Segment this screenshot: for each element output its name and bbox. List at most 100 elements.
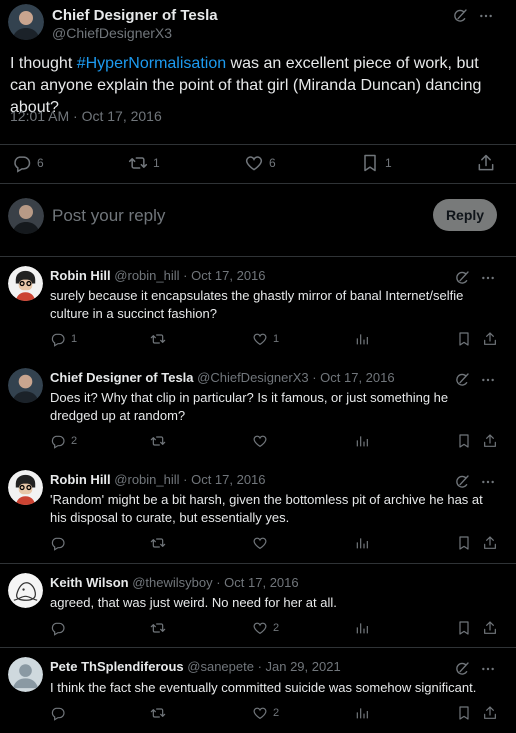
reply-item[interactable]: Keith Wilson @thewilsyboy · Oct 17, 2016…	[0, 565, 516, 647]
bookmark-button[interactable]	[456, 705, 472, 721]
grok-icon[interactable]	[454, 270, 470, 286]
more-icon[interactable]	[478, 8, 494, 24]
reply-text: agreed, that was just weird. No need for…	[50, 595, 337, 610]
reply-author-name[interactable]: Chief Designer of Tesla	[50, 370, 194, 385]
author-handle[interactable]: @ChiefDesignerX3	[52, 25, 172, 41]
reply-author-name[interactable]: Robin Hill	[50, 472, 111, 487]
views-button[interactable]	[354, 331, 370, 347]
reply-button[interactable]	[50, 705, 66, 721]
reply-item[interactable]: Pete ThSplendiferous @sanepete · Jan 29,…	[0, 649, 516, 733]
bookmark-icon	[456, 433, 472, 449]
views-icon	[354, 331, 370, 347]
retweet-icon	[150, 620, 166, 636]
avatar[interactable]	[8, 657, 43, 692]
retweet-button[interactable]	[150, 433, 166, 449]
reply-icon	[50, 433, 66, 449]
retweet-button[interactable]: 1	[128, 153, 160, 173]
views-icon	[354, 620, 370, 636]
views-button[interactable]	[354, 705, 370, 721]
reply-item[interactable]: Robin Hill @robin_hill · Oct 17, 2016 su…	[0, 258, 516, 356]
grok-icon[interactable]	[454, 661, 470, 677]
reply-author-name[interactable]: Keith Wilson	[50, 575, 129, 590]
share-icon	[482, 705, 498, 721]
share-icon	[482, 331, 498, 347]
reply-button[interactable]	[50, 620, 66, 636]
bookmark-icon	[456, 331, 472, 347]
views-button[interactable]	[354, 433, 370, 449]
share-icon	[482, 535, 498, 551]
reply-text: 'Random' might be a bit harsh, given the…	[50, 492, 483, 525]
reply-author-name[interactable]: Pete ThSplendiferous	[50, 659, 184, 674]
views-button[interactable]	[354, 620, 370, 636]
tweet-actions: 6 1 6 1	[0, 145, 516, 183]
views-button[interactable]	[354, 535, 370, 551]
like-button[interactable]: 2	[252, 620, 279, 636]
divider	[0, 647, 516, 648]
reply-composer: Post your reply Reply	[0, 184, 516, 256]
avatar[interactable]	[8, 470, 43, 505]
retweet-icon	[150, 535, 166, 551]
reply-button[interactable]: 1	[50, 331, 77, 347]
reply-author-name[interactable]: Robin Hill	[50, 268, 111, 283]
bookmark-button[interactable]	[456, 535, 472, 551]
like-button[interactable]: 6	[244, 153, 276, 173]
bookmark-button[interactable]	[456, 620, 472, 636]
avatar[interactable]	[8, 266, 43, 301]
tweet-timestamp[interactable]: 12:01 AM · Oct 17, 2016	[10, 108, 162, 124]
like-icon	[252, 705, 268, 721]
reply-author-handle[interactable]: @sanepete · Jan 29, 2021	[187, 659, 340, 674]
reply-input[interactable]: Post your reply	[52, 206, 165, 226]
views-icon	[354, 705, 370, 721]
grok-icon[interactable]	[454, 474, 470, 490]
views-icon	[354, 535, 370, 551]
reply-author-handle[interactable]: @robin_hill · Oct 17, 2016	[114, 268, 265, 283]
retweet-button[interactable]	[150, 535, 166, 551]
retweet-icon	[150, 433, 166, 449]
share-button[interactable]	[482, 535, 498, 551]
share-button[interactable]	[476, 153, 496, 173]
main-tweet: Chief Designer of Tesla @ChiefDesignerX3…	[0, 0, 516, 144]
avatar[interactable]	[8, 368, 43, 403]
retweet-button[interactable]	[150, 331, 166, 347]
reply-item[interactable]: Chief Designer of Tesla @ChiefDesignerX3…	[0, 360, 516, 460]
share-button[interactable]	[482, 620, 498, 636]
like-button[interactable]: 2	[252, 705, 279, 721]
retweet-button[interactable]	[150, 705, 166, 721]
more-icon[interactable]	[480, 270, 496, 286]
hashtag-link[interactable]: #HyperNormalisation	[77, 55, 226, 72]
share-button[interactable]	[482, 433, 498, 449]
bookmark-button[interactable]: 1	[360, 153, 392, 173]
like-button[interactable]	[252, 535, 268, 551]
grok-icon[interactable]	[454, 372, 470, 388]
like-button[interactable]	[252, 433, 268, 449]
grok-icon[interactable]	[452, 8, 468, 24]
bookmark-button[interactable]	[456, 433, 472, 449]
share-button[interactable]	[482, 331, 498, 347]
reply-actions: 1 1	[0, 331, 516, 351]
reply-button[interactable]: 2	[50, 433, 77, 449]
reply-text: surely because it encapsulates the ghast…	[50, 288, 464, 321]
reply-author-handle[interactable]: @robin_hill · Oct 17, 2016	[114, 472, 265, 487]
reply-button[interactable]: 6	[12, 153, 44, 173]
more-icon[interactable]	[480, 474, 496, 490]
reply-icon	[50, 535, 66, 551]
reply-author-handle[interactable]: @thewilsyboy · Oct 17, 2016	[132, 575, 298, 590]
avatar[interactable]	[8, 573, 43, 608]
like-icon	[252, 433, 268, 449]
reply-item[interactable]: Robin Hill @robin_hill · Oct 17, 2016 'R…	[0, 462, 516, 562]
retweet-button[interactable]	[150, 620, 166, 636]
share-button[interactable]	[482, 705, 498, 721]
author-name[interactable]: Chief Designer of Tesla	[52, 7, 218, 24]
more-icon[interactable]	[480, 661, 496, 677]
reply-button[interactable]	[50, 535, 66, 551]
reply-text: Does it? Why that clip in particular? Is…	[50, 390, 449, 423]
share-icon	[476, 153, 496, 173]
bookmark-button[interactable]	[456, 331, 472, 347]
avatar[interactable]	[8, 198, 44, 234]
reply-icon	[12, 153, 32, 173]
more-icon[interactable]	[480, 372, 496, 388]
reply-submit-button[interactable]: Reply	[433, 199, 497, 231]
reply-author-handle[interactable]: @ChiefDesignerX3 · Oct 17, 2016	[197, 370, 394, 385]
avatar[interactable]	[8, 4, 44, 40]
like-button[interactable]: 1	[252, 331, 279, 347]
